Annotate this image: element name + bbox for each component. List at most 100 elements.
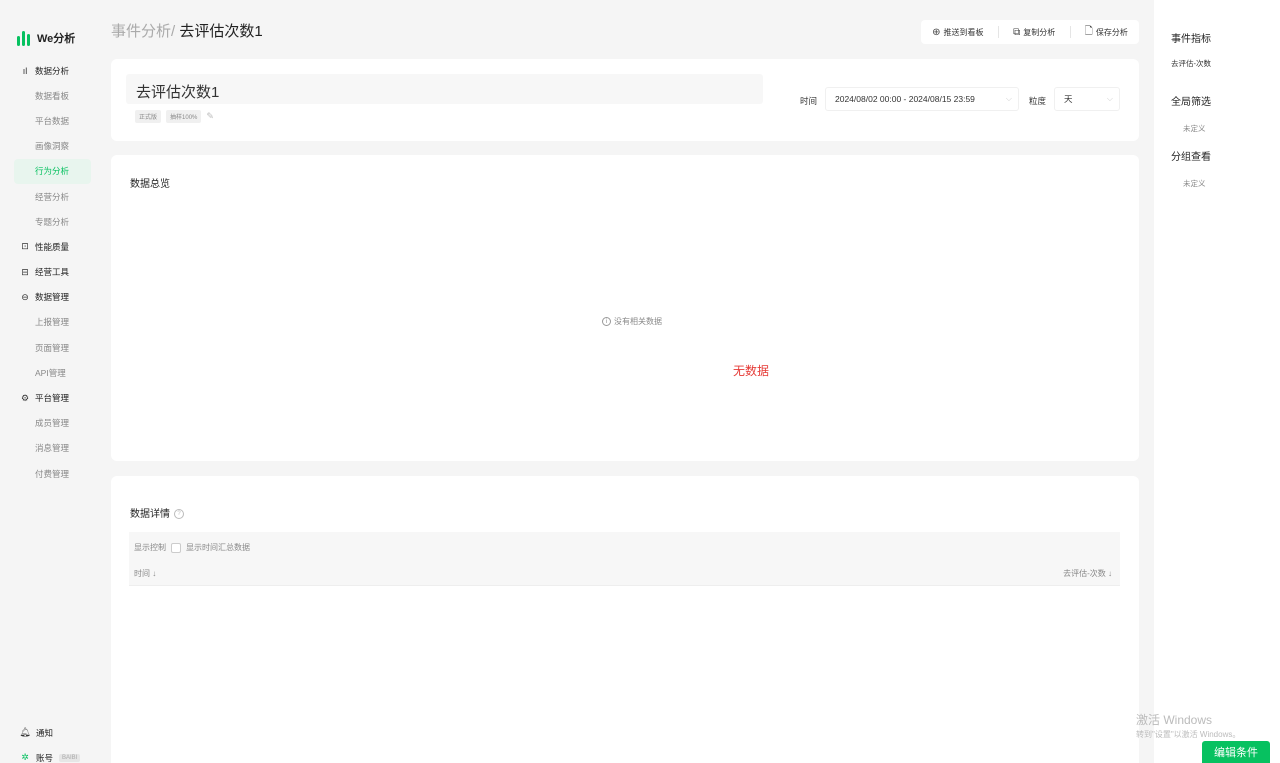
display-control-label: 显示控制 bbox=[134, 543, 166, 552]
analysis-name: 去评估次数1 bbox=[136, 84, 220, 101]
analysis-name-field[interactable]: 去评估次数1 bbox=[126, 74, 763, 104]
app-logo-text: We分析 bbox=[37, 33, 76, 45]
sidebar-item-label: 画像洞察 bbox=[35, 141, 70, 152]
chevron-down-icon: ⌵ bbox=[1005, 94, 1012, 103]
sidebar-item-10[interactable]: 上报管理 bbox=[0, 310, 100, 335]
sidebar-item-label: 数据看板 bbox=[35, 90, 70, 101]
analysis-settings-card: 去评估次数1 正式版 抽样100% ✎ 时间 2024/08/02 00:00 … bbox=[111, 59, 1139, 141]
sidebar-item-0[interactable]: ıl 数据分析 bbox=[0, 58, 100, 83]
detail-title: 数据详情? bbox=[130, 505, 184, 520]
display-control: 显示控制 显示时间汇总数据 bbox=[134, 542, 250, 553]
account-icon: ✲ bbox=[21, 752, 29, 762]
sampling-tag: 抽样100% bbox=[166, 110, 202, 123]
time-range-value: 2024/08/02 00:00 - 2024/08/15 23:59 bbox=[835, 94, 975, 104]
sidebar: We分析 ıl 数据分析数据看板平台数据画像洞察行为分析经营分析专题分析 ⊡ 性能质量… bbox=[0, 0, 100, 763]
group-section-title: 分组查看 bbox=[1171, 152, 1211, 163]
detail-table-header: 显示控制 显示时间汇总数据 时间 ↓ 去评估-次数 ↓ bbox=[129, 532, 1120, 586]
database-icon: ⊖ bbox=[21, 291, 29, 302]
detail-title-text: 数据详情 bbox=[130, 509, 170, 520]
time-label: 时间 bbox=[800, 96, 818, 106]
sidebar-item-4[interactable]: 行为分析 bbox=[14, 158, 91, 184]
sidebar-item-11[interactable]: 页面管理 bbox=[0, 335, 100, 360]
breadcrumb[interactable]: 事件分析/ bbox=[111, 23, 175, 40]
account-label: 账号 bbox=[36, 752, 54, 763]
toolbox-icon: ⊟ bbox=[21, 266, 29, 277]
time-range-select[interactable]: 2024/08/02 00:00 - 2024/08/15 23:59 ⌵ bbox=[825, 87, 1019, 111]
watermark-line2: 转到"设置"以激活 Windows。 bbox=[1136, 730, 1241, 739]
sidebar-item-label: 行为分析 bbox=[35, 166, 70, 177]
sidebar-item-label: 数据分析 bbox=[35, 65, 70, 76]
info-icon: i bbox=[602, 317, 611, 326]
sidebar-item-15[interactable]: 消息管理 bbox=[0, 436, 100, 461]
copy-icon: ⧉ bbox=[1013, 26, 1021, 38]
page-title-current: 去评估次数1 bbox=[175, 23, 263, 40]
filter-value: 未定义 bbox=[1183, 124, 1206, 133]
sidebar-item-16[interactable]: 付费管理 bbox=[0, 461, 100, 486]
overview-title: 数据总览 bbox=[130, 179, 170, 190]
column-header-time[interactable]: 时间 ↓ bbox=[134, 568, 156, 579]
group-value: 未定义 bbox=[1183, 179, 1206, 188]
app-logo[interactable]: We分析 bbox=[17, 30, 75, 46]
copy-analysis-button[interactable]: ⧉ 复制分析 bbox=[1013, 27, 1055, 38]
windows-activation-watermark: 激活 Windows 转到"设置"以激活 Windows。 bbox=[1136, 711, 1240, 740]
empty-state: i 没有相关数据 bbox=[602, 316, 662, 327]
time-summary-label[interactable]: 显示时间汇总数据 bbox=[186, 542, 250, 553]
chevron-down-icon: ⌵ bbox=[1106, 94, 1113, 103]
conditions-panel: 事件指标 去评估-次数 全局筛选 未定义 分组查看 未定义 bbox=[1154, 0, 1280, 763]
data-overview-card: 数据总览 i 没有相关数据 无数据 bbox=[111, 155, 1139, 461]
copy-label: 复制分析 bbox=[1023, 27, 1056, 37]
metric-item[interactable]: 去评估-次数 bbox=[1171, 58, 1211, 69]
sidebar-item-label: 平台管理 bbox=[35, 393, 70, 404]
push-to-board-button[interactable]: ⊕ 推送到看板 bbox=[932, 27, 983, 38]
column-header-metric[interactable]: 去评估-次数 ↓ bbox=[1063, 568, 1112, 579]
version-tag: 正式版 bbox=[135, 110, 162, 123]
monitor-icon: ⊡ bbox=[21, 241, 29, 252]
account-tag: BAIBI bbox=[59, 753, 81, 762]
grain-select[interactable]: 天 ⌵ bbox=[1054, 87, 1120, 111]
help-icon[interactable]: ? bbox=[174, 509, 184, 520]
sidebar-item-label: 成员管理 bbox=[35, 418, 70, 429]
bar-chart-icon: ıl bbox=[22, 65, 28, 76]
notify-label: 通知 bbox=[36, 727, 54, 738]
no-data-text: 无数据 bbox=[733, 364, 770, 378]
sidebar-item-8[interactable]: ⊟ 经营工具 bbox=[0, 260, 100, 285]
time-summary-checkbox[interactable] bbox=[171, 542, 181, 553]
sidebar-item-label: 专题分析 bbox=[35, 216, 70, 227]
notify-button[interactable]: 🔔︎ 通知 bbox=[19, 720, 80, 745]
sidebar-item-5[interactable]: 经营分析 bbox=[0, 184, 100, 209]
watermark-line1: 激活 Windows bbox=[1136, 713, 1213, 727]
settings-icon: ⚙ bbox=[20, 392, 30, 403]
bell-icon: 🔔︎ bbox=[19, 727, 31, 737]
toolbar-divider bbox=[997, 26, 999, 38]
sidebar-item-9[interactable]: ⊖ 数据管理 bbox=[0, 285, 100, 310]
arrow-circle-icon: ⊕ bbox=[932, 26, 941, 38]
sidebar-item-3[interactable]: 画像洞察 bbox=[0, 134, 100, 159]
save-analysis-button[interactable]: 🗋 保存分析 bbox=[1085, 24, 1128, 41]
metric-section-title: 事件指标 bbox=[1171, 34, 1211, 45]
page-title: 事件分析/ 去评估次数1 bbox=[111, 20, 263, 41]
sidebar-item-label: 付费管理 bbox=[35, 468, 70, 479]
edit-icon[interactable]: ✎ bbox=[206, 111, 214, 122]
sidebar-item-6[interactable]: 专题分析 bbox=[0, 209, 100, 234]
sidebar-item-label: 数据管理 bbox=[35, 292, 70, 303]
grain-label: 粒度 bbox=[1029, 96, 1047, 106]
sidebar-item-2[interactable]: 平台数据 bbox=[0, 108, 100, 133]
edit-conditions-button[interactable]: 编辑条件 bbox=[1202, 741, 1270, 763]
filter-section-title: 全局筛选 bbox=[1171, 97, 1211, 108]
sidebar-item-label: 平台数据 bbox=[35, 115, 70, 126]
logo-icon bbox=[17, 30, 31, 46]
sidebar-item-13[interactable]: ⚙ 平台管理 bbox=[0, 385, 100, 410]
sidebar-item-label: 页面管理 bbox=[35, 342, 70, 353]
sidebar-item-label: 上报管理 bbox=[35, 317, 70, 328]
sidebar-item-7[interactable]: ⊡ 性能质量 bbox=[0, 234, 100, 259]
sidebar-item-14[interactable]: 成员管理 bbox=[0, 411, 100, 436]
grain-value: 天 bbox=[1064, 94, 1073, 104]
analysis-tags: 正式版 抽样100% ✎ bbox=[135, 110, 214, 123]
push-label: 推送到看板 bbox=[943, 27, 984, 37]
file-icon: 🗋 bbox=[1084, 25, 1093, 37]
account-button[interactable]: ✲ 账号 BAIBI bbox=[20, 745, 81, 763]
sidebar-item-1[interactable]: 数据看板 bbox=[0, 83, 100, 108]
sidebar-item-label: 经营分析 bbox=[35, 191, 70, 202]
sidebar-item-12[interactable]: API管理 bbox=[0, 360, 100, 385]
sidebar-item-label: 经营工具 bbox=[35, 267, 70, 278]
